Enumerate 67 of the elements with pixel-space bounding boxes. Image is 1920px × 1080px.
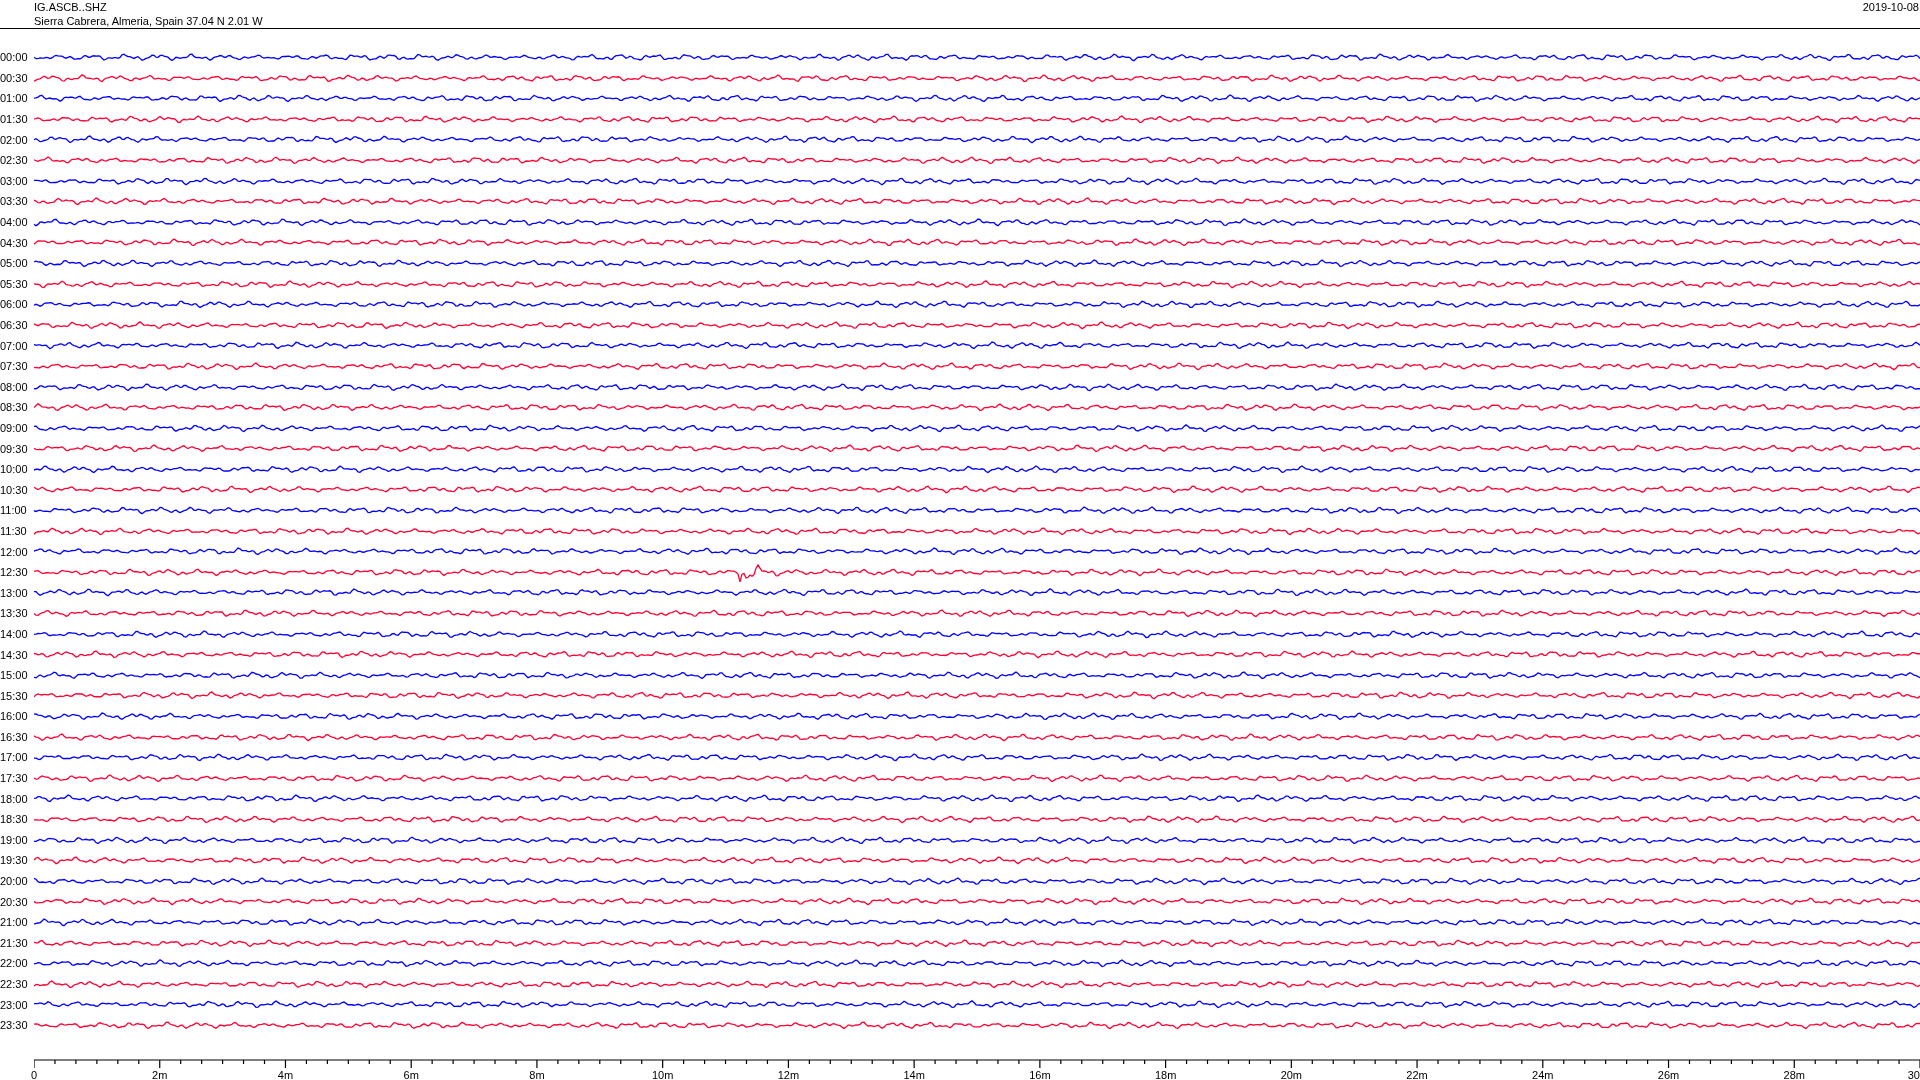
time-label: 13:30	[0, 607, 29, 620]
time-label: 03:30	[0, 195, 29, 208]
time-axis-label: 4m	[277, 1068, 294, 1080]
record-date: 2019-10-08	[1862, 0, 1920, 14]
time-label: 01:30	[0, 113, 29, 126]
time-axis-label: 22m	[1406, 1068, 1428, 1080]
time-label: 23:00	[0, 998, 29, 1011]
time-axis-label: 6m	[403, 1068, 419, 1080]
station-location: Sierra Cabrera, Almeria, Spain 37.04 N 2.01 W	[34, 14, 263, 28]
time-axis-label: 20m	[1280, 1068, 1303, 1080]
time-axis-label: 24m	[1532, 1068, 1554, 1080]
time-axis-label: 0	[30, 1068, 38, 1080]
time-label: 06:30	[0, 319, 29, 331]
time-label: 07:30	[0, 360, 29, 373]
time-label: 22:00	[0, 957, 29, 970]
time-label: 21:30	[0, 936, 29, 949]
time-axis-label: 10m	[651, 1068, 674, 1080]
time-label: 15:30	[0, 689, 29, 702]
time-label: 21:00	[0, 916, 29, 929]
time-label: 02:00	[0, 133, 29, 146]
time-axis-label: 8m	[529, 1068, 545, 1080]
time-label: 22:30	[0, 978, 29, 990]
time-label: 00:30	[0, 71, 29, 84]
time-label: 19:00	[0, 833, 29, 846]
time-label: 09:00	[0, 422, 29, 434]
time-label: 11:30	[0, 524, 28, 537]
time-label: 10:30	[0, 483, 29, 496]
time-label: 05:30	[0, 277, 29, 290]
time-label: 08:30	[0, 401, 29, 414]
time-label: 01:00	[0, 92, 29, 105]
time-label: 00:00	[0, 51, 29, 64]
time-axis-label: 26m	[1657, 1068, 1680, 1080]
time-label: 09:30	[0, 442, 29, 455]
time-axis-label: 2m	[152, 1068, 168, 1080]
station-code: IG.ASCB..SHZ	[34, 0, 108, 14]
time-label: 10:00	[0, 463, 29, 476]
time-axis-label: 30	[1907, 1068, 1920, 1080]
time-axis-label: 14m	[903, 1068, 925, 1080]
time-label: 18:00	[0, 792, 29, 805]
time-label: 12:00	[0, 545, 29, 558]
time-label: 18:30	[0, 813, 29, 826]
time-label: 23:30	[0, 1019, 29, 1032]
time-label: 17:00	[0, 751, 29, 764]
time-label: 14:00	[0, 627, 29, 640]
time-label: 16:30	[0, 730, 29, 743]
time-label: 11:00	[0, 504, 28, 517]
time-label: 04:30	[0, 236, 29, 249]
time-label: 04:00	[0, 216, 29, 229]
time-label: 15:00	[0, 669, 29, 682]
time-axis-label: 18m	[1154, 1068, 1177, 1080]
time-label: 02:30	[0, 154, 29, 167]
time-label: 08:00	[0, 380, 29, 393]
time-label: 14:30	[0, 648, 29, 661]
time-label: 20:30	[0, 895, 29, 908]
time-label: 03:00	[0, 174, 29, 187]
time-label: 12:30	[0, 566, 29, 579]
time-label: 06:00	[0, 298, 29, 311]
time-axis-label: 16m	[1029, 1068, 1051, 1080]
time-label: 13:00	[0, 586, 29, 599]
time-axis-label: 12m	[777, 1068, 800, 1080]
time-label: 05:00	[0, 257, 29, 270]
time-label: 17:30	[0, 772, 29, 785]
time-axis-label: 28m	[1783, 1068, 1805, 1080]
time-label: 07:00	[0, 339, 29, 352]
time-label: 20:00	[0, 875, 29, 888]
time-label: 19:30	[0, 854, 29, 867]
time-label: 16:00	[0, 710, 29, 723]
